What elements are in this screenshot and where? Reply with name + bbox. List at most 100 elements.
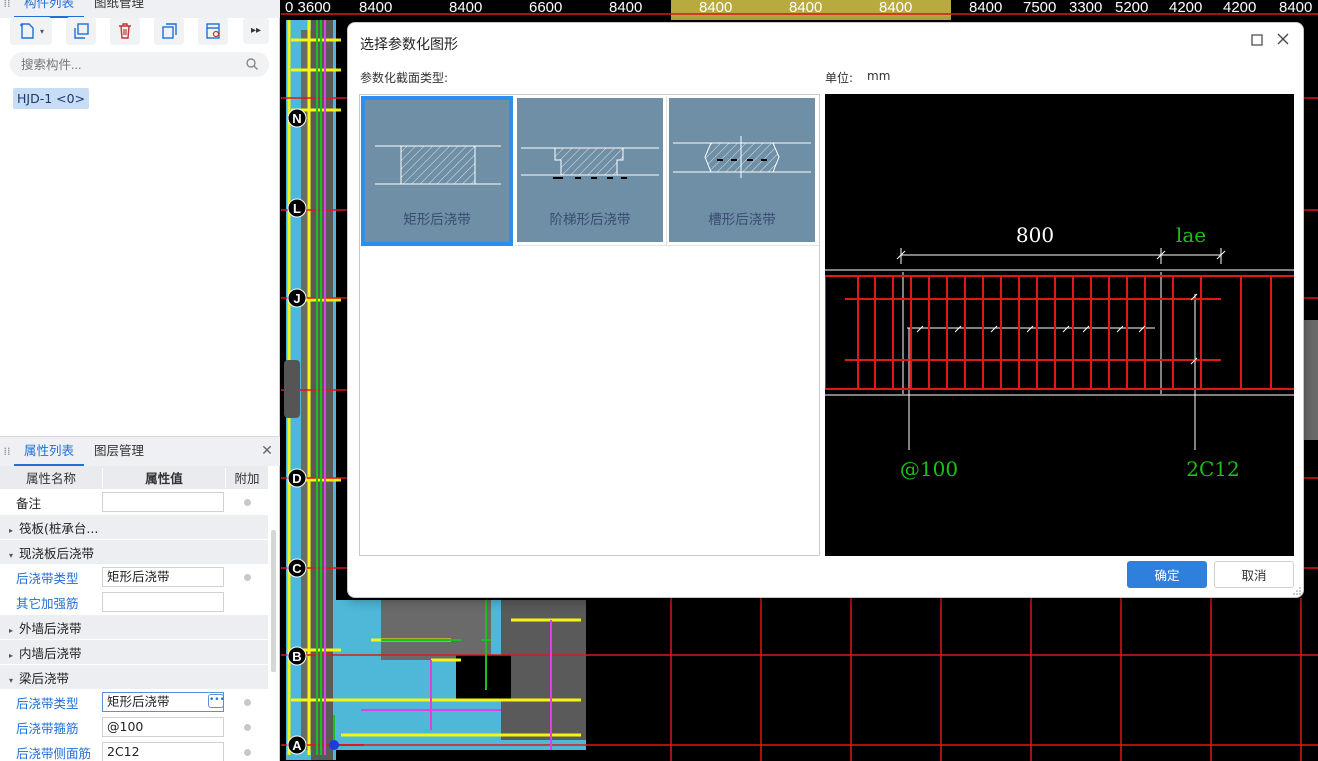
trash-icon bbox=[119, 23, 131, 39]
cad-dimension: 4200 bbox=[1169, 0, 1202, 16]
parametric-shape-dialog: 选择参数化图形 参数化截面类型: 单位: mm 矩形后浇带 阶梯形后浇带 槽形后… bbox=[347, 22, 1304, 598]
delete-component-button[interactable] bbox=[110, 17, 140, 45]
collapse-arrow-icon[interactable]: ▾ bbox=[9, 676, 19, 685]
cad-dimension: 8400 bbox=[879, 0, 912, 16]
cad-dimension: 8400 bbox=[699, 0, 732, 16]
property-row: 其它加强筋 bbox=[0, 590, 268, 615]
property-table-header: 属性名称 属性值 附加 bbox=[0, 466, 268, 490]
property-name: 后浇带类型 bbox=[16, 695, 79, 711]
component-panel: ⁞⁞ 构件列表 图纸管理 ▾ ▸▸ HJD-1 <0> ⁞⁞ 属性列表 图层管理… bbox=[0, 0, 280, 761]
property-group[interactable]: ▸ 外墙后浇带 bbox=[0, 615, 268, 640]
resize-grip-icon[interactable] bbox=[1293, 587, 1301, 595]
unit-label: 单位: bbox=[825, 71, 854, 85]
property-group-label: 梁后浇带 bbox=[19, 670, 70, 686]
column-header-name: 属性名称 bbox=[25, 471, 76, 486]
cancel-button[interactable]: 取消 bbox=[1214, 561, 1294, 588]
cad-dimension: 8400 bbox=[789, 0, 822, 16]
more-tools-button[interactable]: ▸▸ bbox=[243, 18, 269, 44]
property-value-input[interactable] bbox=[102, 592, 224, 612]
property-row: 备注 bbox=[0, 490, 268, 515]
cad-dimension: 8400 bbox=[969, 0, 1002, 16]
new-component-button[interactable]: ▾ bbox=[10, 17, 52, 45]
extra-checkbox[interactable] bbox=[243, 723, 251, 731]
component-tree-item[interactable]: HJD-1 <0> bbox=[13, 88, 90, 109]
cad-dimension: 5200 bbox=[1115, 0, 1148, 16]
property-table: 属性名称 属性值 附加 备注 ▸ 筏板(桩承台... ▾ 现浇板后浇带 后浇带类型 … bbox=[0, 466, 268, 761]
unit-value: mm bbox=[867, 69, 891, 83]
layer-settings-button[interactable] bbox=[198, 17, 228, 45]
property-group-label: 现浇板后浇带 bbox=[19, 545, 95, 561]
property-group[interactable]: ▾ 梁后浇带 bbox=[0, 665, 268, 690]
search-icon[interactable] bbox=[245, 57, 259, 71]
axis-label: J bbox=[293, 291, 300, 306]
property-name: 其它加强筋 bbox=[16, 595, 79, 611]
property-name: 后浇带类型 bbox=[16, 570, 79, 586]
axis-label: N bbox=[292, 111, 301, 126]
lae-text: lae bbox=[1176, 223, 1206, 247]
tab-layer-manager[interactable]: 图层管理 bbox=[84, 436, 154, 466]
close-icon[interactable]: ✕ bbox=[254, 436, 280, 466]
ok-button[interactable]: 确定 bbox=[1127, 561, 1207, 588]
rectangular-section-icon bbox=[375, 145, 501, 185]
search-input[interactable] bbox=[10, 52, 230, 77]
property-group[interactable]: ▸ 内墙后浇带 bbox=[0, 640, 268, 665]
cad-dimension: 4200 bbox=[1223, 0, 1256, 16]
extra-checkbox[interactable] bbox=[243, 498, 251, 506]
property-group-label: 筏板(桩承台... bbox=[19, 520, 99, 536]
property-value-input[interactable]: @100 bbox=[102, 717, 224, 737]
section-preview: 800 lae @100 2C12 bbox=[825, 94, 1294, 556]
drag-grip-icon[interactable]: ⁞⁞ bbox=[0, 437, 14, 466]
axis-label: D bbox=[292, 471, 301, 486]
axis-label: B bbox=[292, 649, 301, 664]
property-value-input[interactable]: 矩形后浇带 bbox=[102, 567, 224, 587]
option-rectangular[interactable]: 矩形后浇带 bbox=[361, 96, 513, 246]
option-label: 阶梯形后浇带 bbox=[549, 212, 631, 228]
expand-arrow-icon[interactable]: ▸ bbox=[9, 626, 19, 635]
property-row: 后浇带类型 矩形后浇带 bbox=[0, 565, 268, 590]
option-label: 槽形后浇带 bbox=[708, 212, 776, 228]
copy-to-floor-button[interactable] bbox=[154, 17, 184, 45]
close-icon[interactable] bbox=[1275, 31, 1291, 47]
new-file-icon bbox=[19, 23, 34, 39]
stirrup-text: @100 bbox=[900, 457, 958, 481]
collapse-arrow-icon[interactable]: ▾ bbox=[9, 551, 19, 560]
grooved-section-icon bbox=[673, 136, 811, 178]
property-value-input[interactable] bbox=[102, 492, 224, 512]
expand-arrow-icon[interactable]: ▸ bbox=[9, 526, 19, 535]
extra-checkbox[interactable] bbox=[243, 698, 251, 706]
stepped-section-icon bbox=[521, 147, 659, 179]
property-group[interactable]: ▸ 筏板(桩承台... bbox=[0, 515, 268, 540]
ellipsis-button[interactable]: ••• bbox=[208, 694, 225, 708]
option-stepped[interactable]: 阶梯形后浇带 bbox=[515, 96, 667, 246]
extra-checkbox[interactable] bbox=[243, 748, 251, 756]
cad-dimension: 6600 bbox=[529, 0, 562, 16]
side-bar-text: 2C12 bbox=[1186, 457, 1239, 481]
dialog-title: 选择参数化图形 bbox=[360, 37, 458, 53]
axis-label: A bbox=[292, 738, 302, 753]
property-scrollbar[interactable] bbox=[271, 530, 276, 672]
property-name: 备注 bbox=[16, 495, 42, 511]
extra-checkbox[interactable] bbox=[243, 573, 251, 581]
section-type-gallery: 矩形后浇带 阶梯形后浇带 槽形后浇带 bbox=[359, 94, 820, 556]
cad-dimension: 8400 bbox=[1279, 0, 1312, 16]
tab-property-list[interactable]: 属性列表 bbox=[14, 436, 85, 466]
property-tab-strip: ⁞⁞ 属性列表 图层管理 ✕ bbox=[0, 436, 280, 466]
column-header-extra: 附加 bbox=[234, 471, 260, 486]
component-search bbox=[10, 52, 269, 77]
section-type-label: 参数化截面类型: bbox=[360, 71, 449, 85]
property-row: 后浇带箍筋 @100 bbox=[0, 715, 268, 740]
panel-collapse-handle[interactable] bbox=[284, 360, 300, 418]
copy-component-button[interactable] bbox=[66, 17, 96, 45]
layers-copy-icon bbox=[162, 23, 177, 39]
property-value-input[interactable]: 2C12 bbox=[102, 742, 224, 761]
property-name: 后浇带侧面筋 bbox=[16, 745, 92, 761]
expand-arrow-icon[interactable]: ▸ bbox=[9, 651, 19, 660]
component-toolbar: ▾ bbox=[10, 16, 228, 46]
option-grooved[interactable]: 槽形后浇带 bbox=[667, 96, 819, 246]
property-value-input[interactable]: 矩形后浇带 bbox=[102, 692, 224, 712]
maximize-icon[interactable] bbox=[1249, 32, 1265, 48]
cad-dimension: 3300 bbox=[1069, 0, 1102, 16]
cad-dimension: 8400 bbox=[449, 0, 482, 16]
property-group[interactable]: ▾ 现浇板后浇带 bbox=[0, 540, 268, 565]
cad-dimension: 7500 bbox=[1023, 0, 1056, 16]
